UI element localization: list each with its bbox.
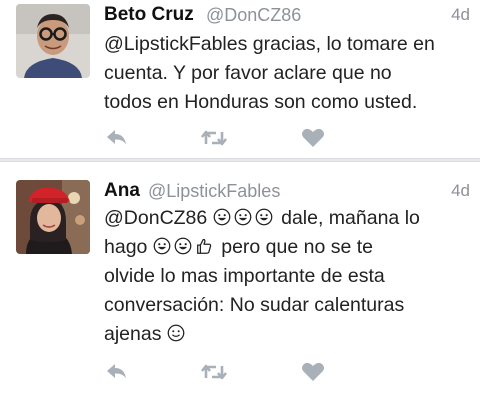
tweet[interactable]: Beto Cruz @DonCZ86 4d @LipstickFables gr… <box>0 0 480 160</box>
like-icon[interactable] <box>300 361 326 383</box>
grinning-face-emoji <box>234 208 252 226</box>
timestamp[interactable]: 4d <box>451 5 470 25</box>
grinning-face-emoji <box>153 237 171 255</box>
display-name[interactable]: Ana <box>104 180 140 202</box>
tweet-text-line: ajenas <box>104 320 474 349</box>
retweet-icon[interactable] <box>200 127 228 149</box>
tweet-text-fragment: ajenas <box>104 323 162 345</box>
avatar[interactable] <box>16 4 90 78</box>
tweet-text: @DonCZ86 dale, mañana lo hago pero que n… <box>104 204 474 349</box>
tweet-text-fragment: dale, mañana lo <box>281 207 420 229</box>
timestamp[interactable]: 4d <box>451 181 470 201</box>
retweet-icon[interactable] <box>200 361 228 383</box>
tweet-header: Beto Cruz @DonCZ86 4d <box>104 2 470 28</box>
tweet-text-fragment: hago <box>104 236 148 258</box>
grinning-face-emoji <box>213 208 231 226</box>
tweet-actions <box>104 361 334 385</box>
tweet-text-line: todos en Honduras son como usted. <box>104 91 418 113</box>
avatar[interactable] <box>16 180 90 254</box>
display-name[interactable]: Beto Cruz <box>104 4 194 26</box>
reply-icon[interactable] <box>104 127 130 149</box>
mention-link[interactable]: @DonCZ86 <box>104 207 207 229</box>
tweet-feed: Beto Cruz @DonCZ86 4d @LipstickFables gr… <box>0 0 480 400</box>
reply-icon[interactable] <box>104 361 130 383</box>
tweet-text-line: olvide lo mas importante de esta <box>104 265 385 287</box>
grinning-face-emoji <box>255 208 273 226</box>
tweet-actions <box>104 127 334 151</box>
tweet-text-line: cuenta. Y por favor aclare que no <box>104 62 392 84</box>
tweet-text: @LipstickFables gracias, lo tomare en cu… <box>104 30 474 117</box>
grinning-face-emoji <box>174 237 192 255</box>
thumbs-up-emoji <box>196 238 212 254</box>
tweet-text-line: @DonCZ86 dale, mañana lo <box>104 204 474 233</box>
tweet[interactable]: Ana @LipstickFables 4d @DonCZ86 dale, ma… <box>0 162 480 400</box>
tweet-text-line: hago pero que no se te <box>104 233 474 262</box>
tweet-text-fragment: pero que no se te <box>221 236 374 258</box>
tweet-header: Ana @LipstickFables 4d <box>104 178 470 204</box>
tweet-text-line: conversación: No sudar calenturas <box>104 294 405 316</box>
smiling-face-emoji <box>167 324 185 342</box>
user-handle[interactable]: @LipstickFables <box>148 181 280 202</box>
user-handle[interactable]: @DonCZ86 <box>206 5 301 26</box>
tweet-text-line: @LipstickFables gracias, lo tomare en <box>104 33 435 55</box>
like-icon[interactable] <box>300 127 326 149</box>
